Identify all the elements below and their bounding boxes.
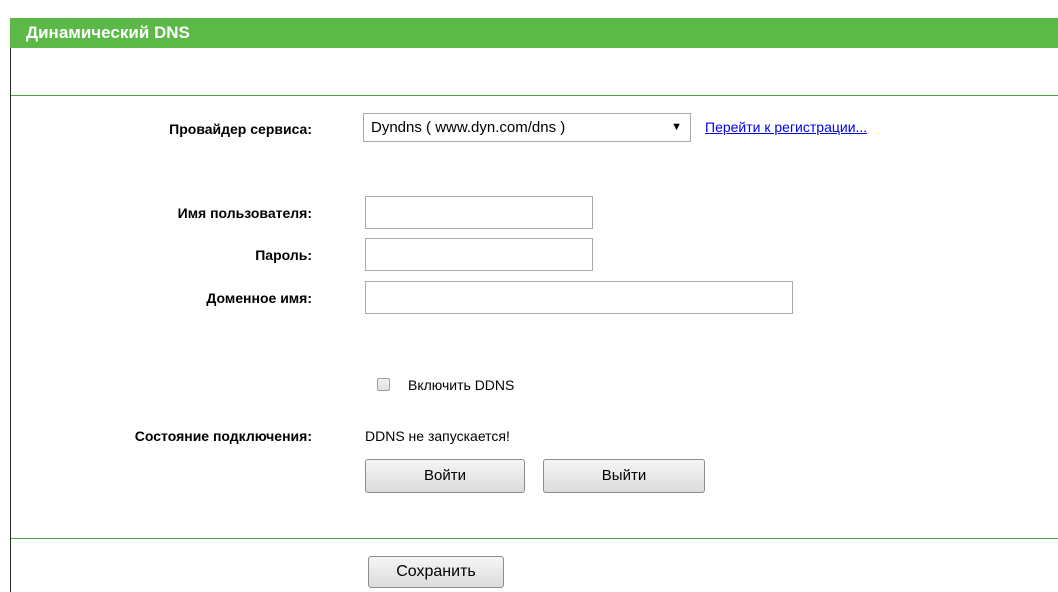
page-title: Динамический DNS — [26, 23, 190, 42]
domain-input[interactable] — [365, 281, 793, 314]
save-button[interactable]: Сохранить — [368, 556, 504, 588]
register-link[interactable]: Перейти к регистрации... — [705, 118, 867, 136]
username-label: Имя пользователя: — [177, 205, 312, 221]
username-input[interactable] — [365, 196, 593, 229]
password-input[interactable] — [365, 238, 593, 271]
provider-select[interactable]: Dyndns ( www.dyn.com/dns ) ▼ — [363, 113, 691, 142]
provider-label: Провайдер сервиса: — [169, 121, 312, 137]
password-label: Пароль: — [255, 247, 312, 263]
logout-button[interactable]: Выйти — [543, 459, 705, 493]
chevron-down-icon: ▼ — [671, 121, 682, 133]
login-button[interactable]: Войти — [365, 459, 525, 493]
enable-ddns-checkbox[interactable] — [377, 378, 390, 391]
top-divider — [11, 95, 1058, 96]
provider-selected-value: Dyndns ( www.dyn.com/dns ) — [371, 119, 566, 136]
domain-label: Доменное имя: — [206, 290, 312, 306]
status-value: DDNS не запускается! — [365, 428, 510, 444]
enable-ddns-label: Включить DDNS — [408, 377, 515, 393]
bottom-divider — [11, 538, 1058, 539]
status-label: Состояние подключения: — [134, 428, 312, 444]
